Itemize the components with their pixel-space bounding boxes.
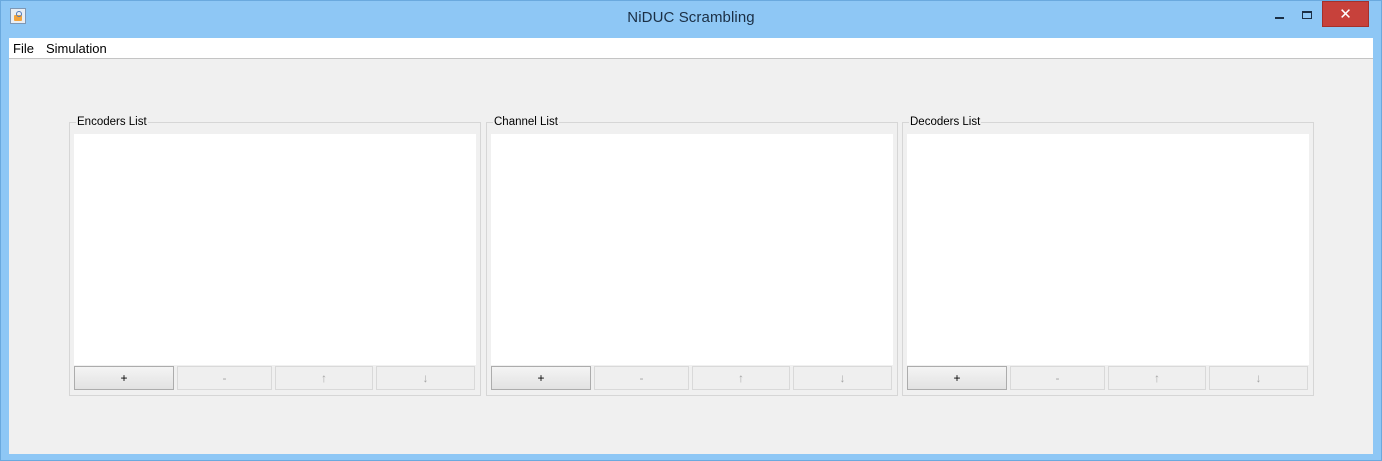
decoders-panel-title: Decoders List <box>909 116 982 129</box>
channel-move-up-button[interactable]: ↑ <box>692 366 790 390</box>
channel-list[interactable] <box>491 134 893 365</box>
window-title: NiDUC Scrambling <box>627 9 755 26</box>
decoders-button-row: + - ↑ ↓ <box>907 366 1309 390</box>
maximize-icon <box>1302 11 1312 19</box>
decoders-move-up-button[interactable]: ↑ <box>1108 366 1206 390</box>
channel-remove-button[interactable]: - <box>594 366 689 390</box>
decoders-move-down-button[interactable]: ↓ <box>1209 366 1308 390</box>
minimize-icon <box>1274 17 1284 19</box>
app-window: NiDUC Scrambling ✕ File Simulation Encod… <box>0 0 1382 461</box>
encoders-remove-button[interactable]: - <box>177 366 272 390</box>
menu-bar: File Simulation <box>9 38 1373 59</box>
maximize-button[interactable] <box>1294 2 1320 28</box>
minimize-button[interactable] <box>1265 2 1293 28</box>
encoders-button-row: + - ↑ ↓ <box>74 366 476 390</box>
encoders-list[interactable] <box>74 134 476 365</box>
close-button[interactable]: ✕ <box>1322 1 1369 27</box>
decoders-list[interactable] <box>907 134 1309 365</box>
title-bar[interactable]: NiDUC Scrambling ✕ <box>1 1 1381 37</box>
channel-add-button[interactable]: + <box>491 366 591 390</box>
menu-file[interactable]: File <box>13 41 34 56</box>
channel-button-row: + - ↑ ↓ <box>491 366 893 390</box>
encoders-panel-title: Encoders List <box>76 116 148 129</box>
encoders-panel: Encoders List + - ↑ ↓ <box>69 116 481 396</box>
channel-move-down-button[interactable]: ↓ <box>793 366 892 390</box>
encoders-move-down-button[interactable]: ↓ <box>376 366 475 390</box>
close-icon: ✕ <box>1339 4 1352 23</box>
menu-simulation[interactable]: Simulation <box>46 41 107 56</box>
channel-panel: Channel List + - ↑ ↓ <box>486 116 898 396</box>
channel-panel-title: Channel List <box>493 116 559 129</box>
client-area: File Simulation Encoders List + - ↑ ↓ Ch… <box>9 38 1373 454</box>
decoders-panel: Decoders List + - ↑ ↓ <box>902 116 1314 396</box>
decoders-remove-button[interactable]: - <box>1010 366 1105 390</box>
encoders-add-button[interactable]: + <box>74 366 174 390</box>
encoders-move-up-button[interactable]: ↑ <box>275 366 373 390</box>
decoders-add-button[interactable]: + <box>907 366 1007 390</box>
